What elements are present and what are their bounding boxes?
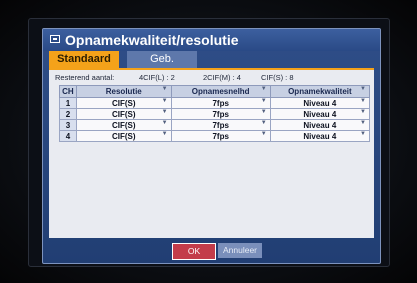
framerate-select[interactable]: 7fps ▼ [170, 97, 271, 109]
framerate-value: 7fps [212, 120, 229, 130]
sort-arrow-icon: ▼ [260, 86, 267, 92]
remaining-cif: CIF(S) : 8 [261, 73, 294, 82]
resolution-select[interactable]: CIF(S) ▼ [75, 108, 172, 120]
channel-number: 3 [59, 119, 77, 131]
channel-table: CH Resolutie ▼ Opnamesnelhd ▼ Opnamekwalit… [59, 85, 371, 142]
framerate-value: 7fps [212, 131, 229, 141]
dropdown-arrow-icon: ▼ [360, 98, 366, 104]
dropdown-arrow-icon: ▼ [360, 131, 366, 137]
resolution-select[interactable]: CIF(S) ▼ [75, 130, 172, 142]
header-resolutie-label: Resolutie [105, 87, 142, 96]
channel-number: 1 [59, 97, 77, 109]
table-row: 1 CIF(S) ▼ 7fps ▼ Niveau 4 ▼ [59, 97, 371, 109]
window-icon [50, 35, 60, 43]
quality-value: Niveau 4 [303, 131, 337, 141]
resolution-value: CIF(S) [111, 120, 136, 130]
dropdown-arrow-icon: ▼ [161, 109, 168, 115]
table-header-row: CH Resolutie ▼ Opnamesnelhd ▼ Opnamekwalit… [59, 85, 371, 98]
dropdown-arrow-icon: ▼ [260, 120, 267, 126]
framerate-value: 7fps [212, 109, 229, 119]
framerate-value: 7fps [212, 98, 229, 108]
dropdown-arrow-icon: ▼ [161, 98, 168, 104]
remaining-2cif: 2CIF(M) : 4 [203, 73, 241, 82]
tab-geb[interactable]: Geb. [127, 51, 197, 68]
header-opnamekwaliteit-label: Opnamekwaliteit [288, 87, 352, 96]
channel-number: 4 [59, 130, 77, 142]
resolution-value: CIF(S) [111, 109, 136, 119]
dropdown-arrow-icon: ▼ [260, 131, 267, 137]
channel-number: 2 [59, 108, 77, 120]
remaining-4cif: 4CIF(L) : 2 [139, 73, 175, 82]
button-bar: OK Annuleer [43, 241, 380, 261]
quality-select[interactable]: Niveau 4 ▼ [269, 119, 371, 131]
header-opnamesnelhd[interactable]: Opnamesnelhd ▼ [170, 85, 271, 98]
resolution-select[interactable]: CIF(S) ▼ [75, 119, 172, 131]
sort-arrow-icon: ▼ [161, 86, 168, 92]
quality-select[interactable]: Niveau 4 ▼ [269, 108, 371, 120]
quality-value: Niveau 4 [303, 120, 337, 130]
table-row: 4 CIF(S) ▼ 7fps ▼ Niveau 4 ▼ [59, 130, 371, 142]
header-resolutie[interactable]: Resolutie ▼ [75, 85, 172, 98]
table-row: 2 CIF(S) ▼ 7fps ▼ Niveau 4 ▼ [59, 108, 371, 120]
quality-select[interactable]: Niveau 4 ▼ [269, 97, 371, 109]
cancel-button[interactable]: Annuleer [218, 243, 262, 258]
table-row: 3 CIF(S) ▼ 7fps ▼ Niveau 4 ▼ [59, 119, 371, 131]
dropdown-arrow-icon: ▼ [360, 120, 366, 126]
dropdown-arrow-icon: ▼ [360, 109, 366, 115]
ok-button[interactable]: OK [172, 243, 216, 260]
dropdown-arrow-icon: ▼ [161, 120, 168, 126]
title-bar: Opnamekwaliteit/resolutie [43, 29, 380, 51]
framerate-select[interactable]: 7fps ▼ [170, 130, 271, 142]
header-opnamesnelhd-label: Opnamesnelhd [191, 87, 250, 96]
quality-select[interactable]: Niveau 4 ▼ [269, 130, 371, 142]
tab-standaard[interactable]: Standaard [49, 51, 119, 68]
quality-value: Niveau 4 [303, 109, 337, 119]
header-ch: CH [59, 85, 77, 98]
header-opnamekwaliteit[interactable]: Opnamekwaliteit ▼ [269, 85, 371, 98]
recording-quality-dialog: Opnamekwaliteit/resolutie Standaard Geb.… [42, 28, 381, 264]
dropdown-arrow-icon: ▼ [161, 131, 168, 137]
sort-arrow-icon: ▼ [360, 86, 366, 92]
framerate-select[interactable]: 7fps ▼ [170, 119, 271, 131]
settings-panel: Resterend aantal: 4CIF(L) : 2 2CIF(M) : … [49, 68, 374, 238]
resolution-select[interactable]: CIF(S) ▼ [75, 97, 172, 109]
framerate-select[interactable]: 7fps ▼ [170, 108, 271, 120]
quality-value: Niveau 4 [303, 98, 337, 108]
resolution-value: CIF(S) [111, 131, 136, 141]
remaining-label: Resterend aantal: [55, 73, 115, 82]
dropdown-arrow-icon: ▼ [260, 98, 267, 104]
dialog-title: Opnamekwaliteit/resolutie [65, 32, 239, 48]
dropdown-arrow-icon: ▼ [260, 109, 267, 115]
resolution-value: CIF(S) [111, 98, 136, 108]
